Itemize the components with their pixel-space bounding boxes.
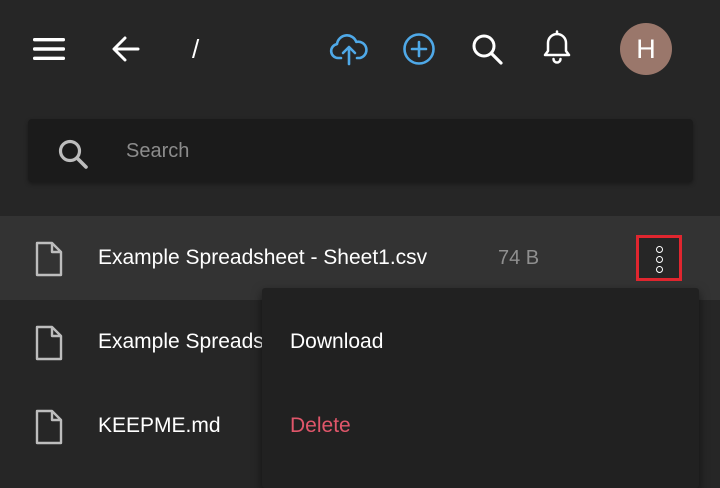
bell-icon[interactable]	[538, 28, 576, 68]
search-bar[interactable]	[28, 119, 693, 182]
avatar[interactable]: H	[620, 23, 672, 75]
arrow-left-icon[interactable]	[108, 32, 144, 66]
more-options-button[interactable]	[636, 235, 682, 281]
file-name: Example Spreadsheet - Sheet1.csv	[98, 246, 428, 269]
app-window: / H Search Example Spreadsheet - Sheet1.…	[0, 0, 720, 488]
context-menu: Download Delete	[262, 288, 699, 488]
more-vertical-icon	[656, 256, 663, 263]
download-menu-item[interactable]: Download	[262, 300, 699, 384]
search-input[interactable]	[124, 131, 668, 171]
file-icon	[34, 324, 64, 362]
search-icon	[56, 137, 90, 171]
file-icon	[34, 408, 64, 446]
current-path: /	[192, 34, 200, 64]
delete-menu-item[interactable]: Delete	[262, 384, 699, 468]
file-name: KEEPME.md	[98, 414, 221, 437]
top-bar: / H	[0, 0, 720, 98]
plus-circle-icon[interactable]	[400, 30, 438, 68]
file-size: 74 B	[498, 247, 540, 269]
search-icon[interactable]	[468, 30, 506, 68]
more-vertical-icon	[656, 246, 663, 253]
more-vertical-icon	[656, 266, 663, 273]
hamburger-menu-icon[interactable]	[30, 34, 68, 64]
file-icon	[34, 240, 64, 278]
cloud-upload-icon[interactable]	[328, 29, 370, 69]
